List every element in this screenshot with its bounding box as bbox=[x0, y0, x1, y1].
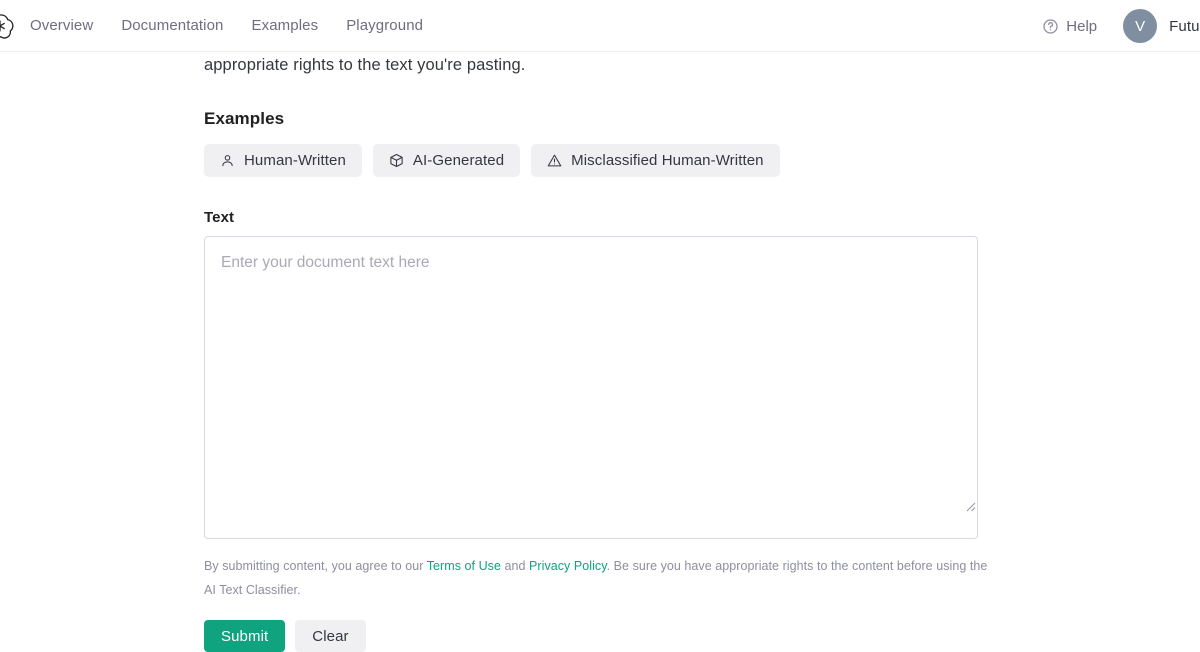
openai-logo-icon[interactable] bbox=[0, 12, 14, 40]
examples-heading: Examples bbox=[204, 109, 1200, 129]
example-chip-label: AI-Generated bbox=[413, 152, 504, 169]
privacy-policy-link[interactable]: Privacy Policy bbox=[529, 559, 607, 573]
example-chips-row: Human-Written AI-Generated Misclassified… bbox=[204, 144, 1200, 177]
submission-disclaimer: By submitting content, you agree to our … bbox=[204, 554, 994, 602]
top-navigation-bar: Overview Documentation Examples Playgrou… bbox=[0, 0, 1200, 52]
form-actions: Submit Clear bbox=[204, 620, 1200, 652]
nav-link-overview[interactable]: Overview bbox=[30, 0, 107, 52]
primary-nav: Overview Documentation Examples Playgrou… bbox=[30, 0, 437, 52]
submit-button[interactable]: Submit bbox=[204, 620, 285, 652]
user-icon bbox=[220, 153, 235, 168]
disclaimer-part-2: and bbox=[501, 559, 529, 573]
intro-paragraph-tail: appropriate rights to the text you're pa… bbox=[204, 52, 1200, 78]
header-account-area: Help V Futurepe bbox=[1042, 0, 1200, 52]
cube-icon bbox=[389, 153, 404, 168]
nav-link-documentation[interactable]: Documentation bbox=[107, 0, 237, 52]
clear-button[interactable]: Clear bbox=[295, 620, 365, 652]
nav-link-playground[interactable]: Playground bbox=[332, 0, 437, 52]
document-text-input[interactable] bbox=[204, 236, 978, 539]
warning-triangle-icon bbox=[547, 153, 562, 168]
main-content: appropriate rights to the text you're pa… bbox=[0, 52, 1200, 652]
terms-of-use-link[interactable]: Terms of Use bbox=[427, 559, 501, 573]
account-name: Futurepe bbox=[1169, 18, 1200, 35]
example-chip-label: Misclassified Human-Written bbox=[571, 152, 763, 169]
example-chip-misclassified-human-written[interactable]: Misclassified Human-Written bbox=[531, 144, 779, 177]
example-chip-ai-generated[interactable]: AI-Generated bbox=[373, 144, 520, 177]
question-circle-icon bbox=[1042, 18, 1059, 35]
example-chip-label: Human-Written bbox=[244, 152, 346, 169]
help-label: Help bbox=[1066, 18, 1097, 35]
avatar[interactable]: V bbox=[1123, 9, 1157, 43]
example-chip-human-written[interactable]: Human-Written bbox=[204, 144, 362, 177]
help-button[interactable]: Help bbox=[1042, 18, 1097, 35]
nav-link-examples[interactable]: Examples bbox=[238, 0, 333, 52]
text-field-label: Text bbox=[204, 209, 1200, 226]
disclaimer-part-1: By submitting content, you agree to our bbox=[204, 559, 427, 573]
